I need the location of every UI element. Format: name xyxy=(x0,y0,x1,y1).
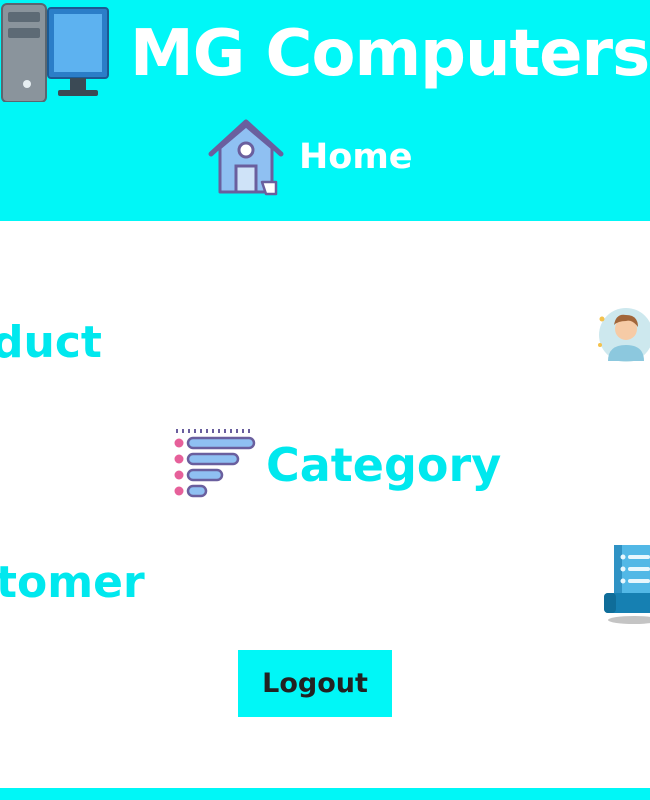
footer-strip xyxy=(0,788,650,800)
product-link[interactable]: duct xyxy=(0,315,102,371)
home-nav-link[interactable]: Home xyxy=(205,116,413,198)
list-icon xyxy=(174,429,256,498)
category-label: Category xyxy=(266,438,502,492)
category-link[interactable]: Category xyxy=(170,425,501,505)
logout-button[interactable]: Logout xyxy=(238,650,392,717)
document-icon[interactable] xyxy=(602,541,650,625)
dashboard-menu: duct Category tomer Logout xyxy=(0,221,650,788)
home-label: Home xyxy=(299,137,413,177)
site-header: MG Computers Home xyxy=(0,0,650,221)
desktop-computer-icon xyxy=(1,3,109,102)
house-icon xyxy=(208,119,284,196)
brand-title: MG Computers xyxy=(130,17,650,91)
user-avatar-icon[interactable] xyxy=(596,305,650,363)
customer-link[interactable]: tomer xyxy=(0,555,145,611)
